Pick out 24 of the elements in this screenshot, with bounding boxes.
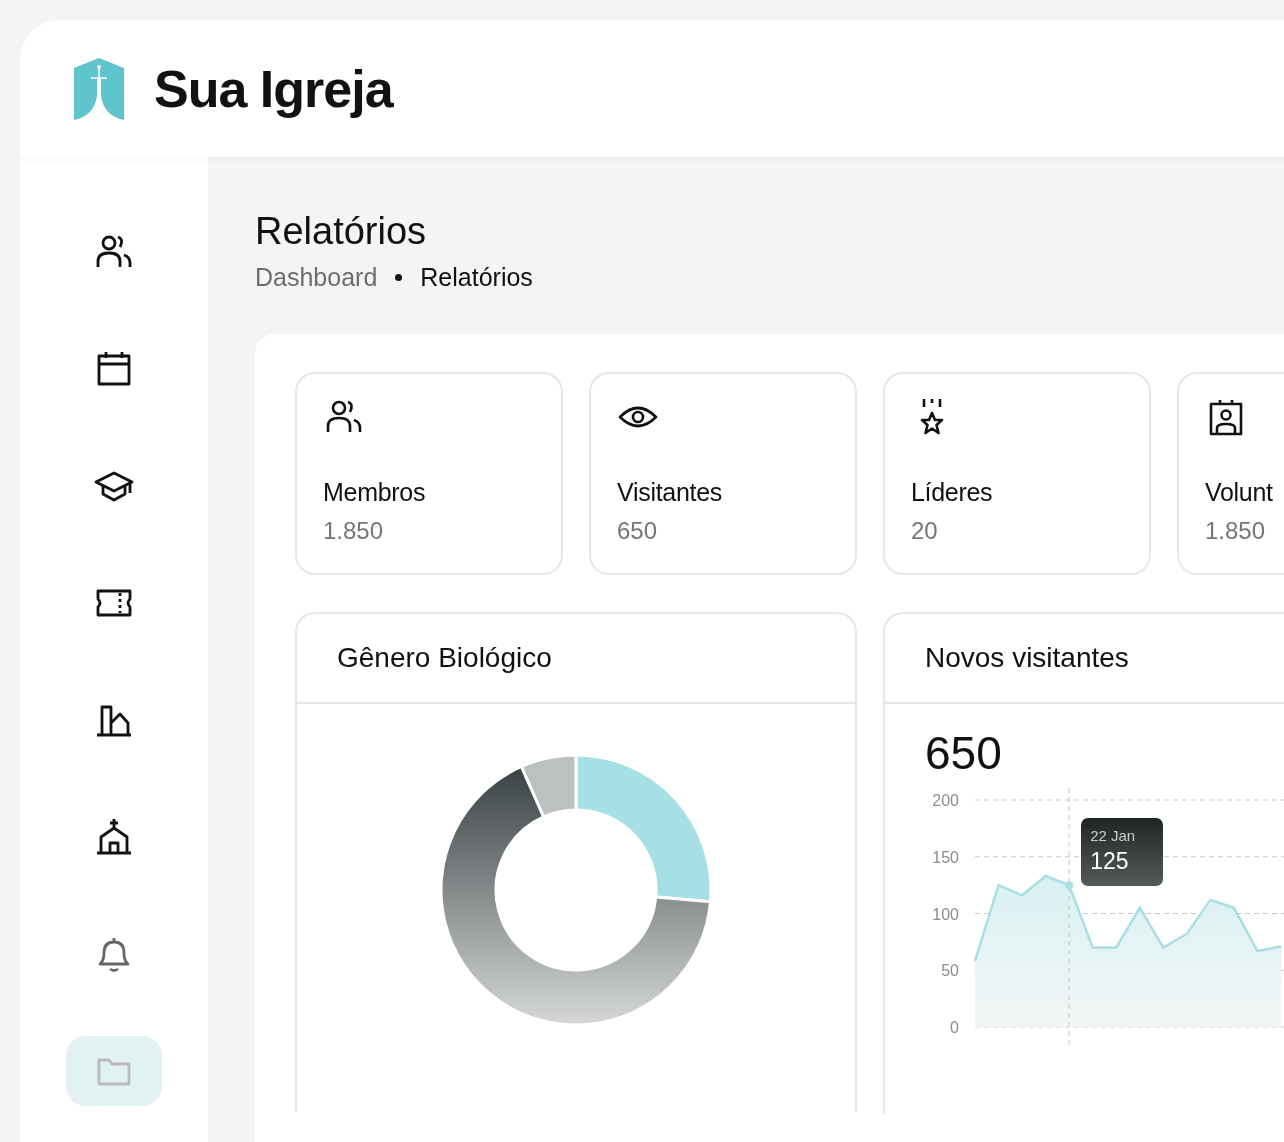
stat-label: Líderes (911, 478, 994, 507)
separator-dot (395, 274, 403, 281)
stat-label: Visitantes (617, 478, 723, 507)
stat-value: 650 (617, 517, 659, 545)
y-tick-label: 150 (932, 848, 959, 866)
stat-value: 1.850 (323, 517, 385, 545)
stat-label: Membros (323, 478, 427, 507)
y-tick-label: 100 (932, 905, 959, 923)
y-tick-label: 0 (950, 1019, 959, 1036)
stat-label: Volunt (1205, 478, 1274, 507)
card-title: Gênero Biológico (337, 642, 552, 674)
data-point (1065, 881, 1074, 890)
tooltip-date: 22 Jan (1090, 827, 1137, 844)
card-title: Novos visitantes (925, 642, 1129, 674)
logo-icon (74, 57, 124, 120)
stat-value: 1.850 (1205, 517, 1267, 545)
total-value: 650 (925, 726, 1003, 780)
stat-value: 20 (911, 517, 939, 545)
brand-name: Sua Igreja (154, 58, 393, 119)
y-tick-label: 50 (941, 962, 959, 980)
tooltip-value: 125 (1090, 848, 1130, 875)
y-tick-label: 200 (932, 792, 959, 809)
breadcrumb-link[interactable]: Dashboard (255, 263, 378, 292)
page-title: Relatórios (255, 209, 428, 253)
